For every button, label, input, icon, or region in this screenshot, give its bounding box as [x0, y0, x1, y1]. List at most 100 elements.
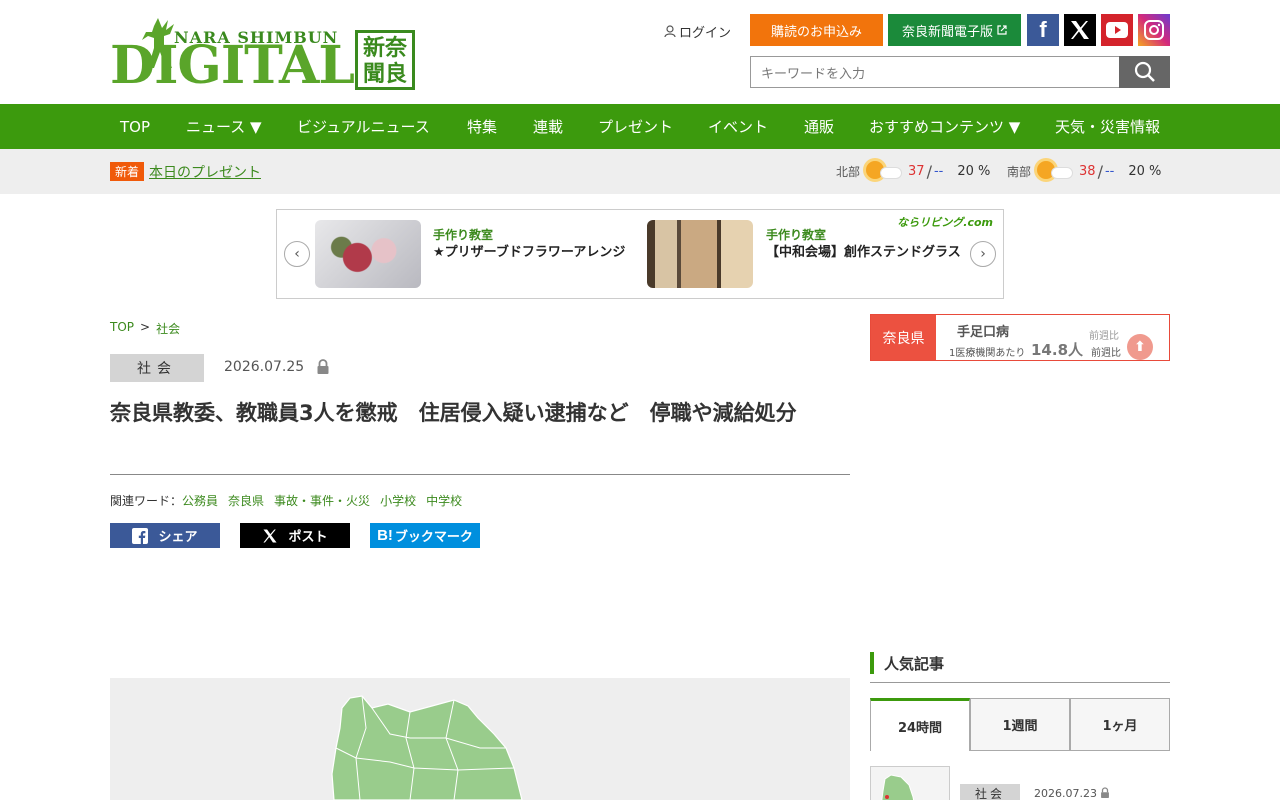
keyword-link[interactable]: 小学校 — [380, 492, 416, 509]
nav-item-feature[interactable]: 特集 — [467, 104, 497, 149]
tab-1month[interactable]: 1ヶ月 — [1070, 698, 1170, 751]
disease-pref-label: 奈良県 — [871, 315, 936, 360]
tab-1week[interactable]: 1週間 — [970, 698, 1070, 751]
weather-high: 38 — [1079, 163, 1096, 179]
weather-separator: / — [1097, 161, 1103, 181]
login-link[interactable]: ログイン — [664, 22, 731, 41]
carousel-brand-logo[interactable]: ならリビング.com — [897, 214, 993, 230]
breadcrumb-society[interactable]: 社会 — [156, 320, 180, 337]
breadcrumb: TOP > 社会 — [110, 320, 180, 337]
ranking-tabs: 24時間 1週間 1ヶ月 — [870, 698, 1170, 751]
breadcrumb-top[interactable]: TOP — [110, 320, 134, 337]
nav-item-series[interactable]: 連載 — [533, 104, 563, 149]
weather-rain: 20 % — [957, 163, 991, 179]
stained-glass-thumbnail[interactable] — [647, 220, 753, 288]
weather-high: 37 — [908, 163, 925, 179]
weather-low: -- — [1104, 163, 1115, 179]
weather-low: -- — [933, 163, 944, 179]
breadcrumb-separator: > — [140, 320, 151, 334]
hatena-b-icon: B! — [377, 527, 393, 544]
nav-item-shop[interactable]: 通販 — [804, 104, 834, 149]
nav-item-weather[interactable]: 天気・災害情報 — [1055, 104, 1160, 149]
nav-item-event[interactable]: イベント — [708, 104, 768, 149]
search-input[interactable]: キーワードを入力 — [750, 56, 1120, 88]
site-logo[interactable]: NARA SHIMBUN DIGITAL 新奈 聞良 — [110, 14, 416, 96]
sunny-cloudy-icon — [1035, 159, 1075, 183]
keywords-label: 関連ワード： — [110, 494, 183, 508]
related-keywords: 関連ワード： 公務員 奈良県 事故・事件・火災 小学校 中学校 — [110, 492, 462, 509]
ranking-date: 2026.07.23 — [1034, 787, 1097, 800]
keyword-link[interactable]: 公務員 — [182, 492, 218, 509]
disease-week-label: 前週比 — [1089, 331, 1119, 342]
disease-info-widget[interactable]: 奈良県 手足口病 1医療機関あたり 14.8人 前週比 前週比 ⬆ — [870, 314, 1170, 361]
search-button[interactable] — [1119, 56, 1170, 88]
headline-divider — [110, 474, 850, 475]
x-post-button[interactable]: ポスト — [240, 523, 350, 548]
popular-articles-title: 人気記事 — [884, 655, 945, 673]
section-accent-bar — [870, 652, 874, 674]
tab-24h[interactable]: 24時間 — [870, 698, 970, 751]
facebook-share-label: シェア — [158, 530, 198, 545]
logo-kanji: 新奈 聞良 — [355, 30, 415, 90]
arrow-up-icon: ⬆ — [1127, 334, 1153, 360]
user-icon — [664, 25, 676, 38]
facebook-share-button[interactable]: シェア — [110, 523, 220, 548]
info-bar: 新着 本日のプレゼント 北部 37 / -- 20 % 南部 38 / -- 2… — [0, 149, 1280, 194]
digital-edition-label: 奈良新聞電子版 — [901, 24, 993, 40]
disease-count: 14.8人 — [1031, 341, 1084, 359]
ranking-category-badge[interactable]: 社会 — [960, 784, 1020, 800]
facebook-icon — [132, 527, 149, 544]
main-nav: TOP ニュース ▼ ビジュアルニュース 特集 連載 プレゼント イベント 通販… — [0, 104, 1280, 149]
instagram-icon[interactable] — [1138, 14, 1170, 46]
external-link-icon — [997, 25, 1007, 35]
weather-separator: / — [926, 161, 932, 181]
x-icon[interactable] — [1064, 14, 1096, 46]
lock-icon — [1101, 787, 1109, 798]
weather-rain: 20 % — [1128, 163, 1162, 179]
flower-thumbnail[interactable] — [315, 220, 421, 288]
new-badge: 新着 — [110, 162, 144, 181]
article-headline: 奈良県教委、教職員3人を懲戒 住居侵入疑い逮捕など 停職や減給処分 — [110, 401, 797, 425]
search-icon — [1134, 61, 1155, 82]
keyword-link[interactable]: 中学校 — [426, 492, 462, 509]
article-date: 2026.07.25 — [224, 359, 305, 375]
disease-per-clinic-label: 1医療機関あたり — [949, 348, 1026, 359]
site-header: NARA SHIMBUN DIGITAL 新奈 聞良 ログイン 購読のお申込み … — [0, 0, 1280, 104]
new-present-link[interactable]: 本日のプレゼント — [149, 162, 261, 182]
disease-week-label: 前週比 — [1091, 348, 1121, 359]
nav-item-recommended[interactable]: おすすめコンテンツ ▼ — [869, 104, 1020, 149]
ad-carousel: ならリビング.com ‹ 手作り教室 ★プリザーブドフラワーアレンジ 手作り教室… — [276, 209, 1004, 299]
weather-area: 南部 — [1007, 164, 1032, 179]
nara-map-graphic — [331, 695, 523, 800]
carousel-title[interactable]: 【中和会場】創作ステンドグラス — [766, 244, 971, 262]
facebook-icon[interactable]: f — [1027, 14, 1059, 46]
article-map-image — [110, 678, 850, 800]
keyword-link[interactable]: 事故・事件・火災 — [274, 492, 370, 509]
nav-item-top[interactable]: TOP — [120, 104, 150, 149]
x-icon — [263, 528, 278, 543]
carousel-prev-button[interactable]: ‹ — [284, 241, 310, 267]
sunny-cloudy-icon — [864, 159, 904, 183]
category-badge[interactable]: 社会 — [110, 354, 204, 382]
nav-item-present[interactable]: プレゼント — [598, 104, 673, 149]
disease-name: 手足口病 — [957, 325, 1010, 340]
digital-edition-button[interactable]: 奈良新聞電子版 — [888, 14, 1021, 46]
carousel-next-button[interactable]: › — [970, 241, 996, 267]
logo-wordmark: DIGITAL — [110, 35, 355, 96]
weather-north[interactable]: 北部 37 / -- 20 % — [836, 159, 990, 183]
carousel-title[interactable]: ★プリザーブドフラワーアレンジ — [433, 244, 638, 262]
carousel-category: 手作り教室 — [433, 228, 494, 242]
x-post-label: ポスト — [288, 530, 328, 545]
nav-item-visual-news[interactable]: ビジュアルニュース — [297, 104, 430, 149]
lock-icon — [317, 359, 329, 374]
hatena-bookmark-label: ブックマーク — [394, 530, 473, 545]
ranking-thumbnail[interactable] — [870, 766, 950, 800]
weather-south[interactable]: 南部 38 / -- 20 % — [1007, 159, 1161, 183]
youtube-icon[interactable] — [1101, 14, 1133, 46]
nav-item-news[interactable]: ニュース ▼ — [186, 104, 262, 149]
weather-area: 北部 — [836, 164, 861, 179]
hatena-bookmark-button[interactable]: B! ブックマーク — [370, 523, 480, 548]
subscribe-button[interactable]: 購読のお申込み — [750, 14, 883, 46]
popular-articles-header: 人気記事 — [870, 652, 1170, 683]
keyword-link[interactable]: 奈良県 — [228, 492, 264, 509]
